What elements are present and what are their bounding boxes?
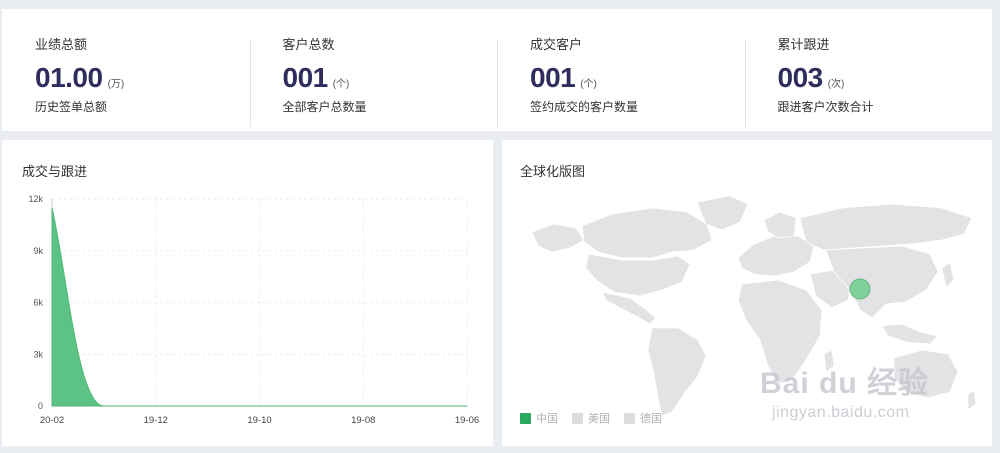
x-tick-label: 19-10: [247, 415, 271, 426]
map-region-australia: [893, 349, 959, 399]
map-region-africa: [737, 279, 823, 385]
stat-title: 业绩总额: [35, 37, 88, 52]
deals-followup-chart[interactable]: 0 3k 6k 9k 12k 20-02 19-12 19-10 19-08 19-06: [2, 140, 493, 446]
stat-title: 客户总数: [282, 37, 335, 52]
map-region-new-zealand: [967, 389, 977, 411]
stat-card-follow-ups: 累计跟进 003 (次) 跟进客户次数合计: [744, 9, 993, 131]
stat-title: 累计跟进: [777, 37, 830, 52]
x-tick-label: 19-08: [351, 415, 375, 426]
legend-item-usa[interactable]: 美国: [572, 410, 610, 426]
y-tick-label: 0: [38, 401, 43, 411]
map-region-europe: [737, 235, 815, 277]
stat-unit: (万): [107, 79, 125, 90]
x-tick-label: 20-02: [40, 415, 64, 426]
map-region-canada: [581, 207, 713, 259]
legend-item-germany[interactable]: 德国: [624, 410, 662, 426]
stat-value: 001: [282, 62, 329, 93]
stat-value: 01.00: [35, 62, 103, 93]
map-marker-china: [849, 278, 871, 300]
legend-swatch: [572, 412, 583, 424]
stat-card-closed-customers: 成交客户 001 (个) 签约成交的客户数量: [497, 9, 745, 131]
stat-description: 签约成交的客户数量: [530, 100, 639, 114]
stat-card-total-sales: 业绩总额 01.00 (万) 历史签单总额: [2, 9, 250, 131]
y-tick-label: 12k: [28, 194, 43, 204]
stat-unit: (个): [580, 79, 597, 90]
deals-followup-panel: 成交与跟进 0 3k 6k 9k 12k 20-02 19-12 19-10 19-08 19-0…: [2, 140, 493, 446]
global-map-panel: 全球化版图 中国 美国 德国 Bai du 经验 jingyan.baidu.c…: [502, 140, 992, 446]
map-region-scandinavia: [763, 211, 797, 239]
legend-swatch: [624, 412, 635, 424]
stat-description: 历史签单总额: [35, 100, 108, 114]
map-region-russia: [799, 203, 973, 251]
map-region-south-america: [647, 327, 707, 417]
stat-description: 全部客户总数量: [282, 100, 367, 114]
stat-unit: (次): [827, 79, 845, 90]
map-region-alaska: [531, 223, 585, 253]
stat-value: 001: [530, 62, 576, 93]
map-region-mexico: [601, 291, 657, 325]
stats-bar: 业绩总额 01.00 (万) 历史签单总额 客户总数 001 (个) 全部客户总…: [2, 9, 992, 131]
map-legend: 中国 美国 德国: [520, 410, 676, 426]
map-region-asia: [825, 245, 939, 319]
x-tick-label: 19-12: [144, 415, 168, 426]
y-tick-label: 3k: [33, 349, 43, 359]
x-tick-label: 19-06: [455, 415, 479, 426]
world-map[interactable]: [502, 140, 992, 446]
map-region-japan: [941, 261, 955, 289]
y-tick-label: 6k: [33, 298, 43, 308]
stat-description: 跟进客户次数合计: [777, 100, 874, 114]
y-tick-label: 9k: [33, 246, 43, 256]
map-region-madagascar: [823, 349, 835, 373]
legend-label: 中国: [536, 413, 558, 425]
legend-label: 美国: [588, 413, 610, 425]
map-region-usa: [585, 253, 691, 297]
legend-item-china[interactable]: 中国: [520, 410, 558, 426]
legend-label: 德国: [640, 413, 662, 425]
stat-card-total-customers: 客户总数 001 (个) 全部客户总数量: [249, 9, 498, 131]
legend-swatch: [520, 412, 531, 424]
stat-unit: (个): [332, 79, 350, 90]
map-region-southeast-asia: [881, 323, 939, 345]
stat-value: 003: [777, 62, 824, 93]
stat-title: 成交客户: [530, 37, 583, 52]
